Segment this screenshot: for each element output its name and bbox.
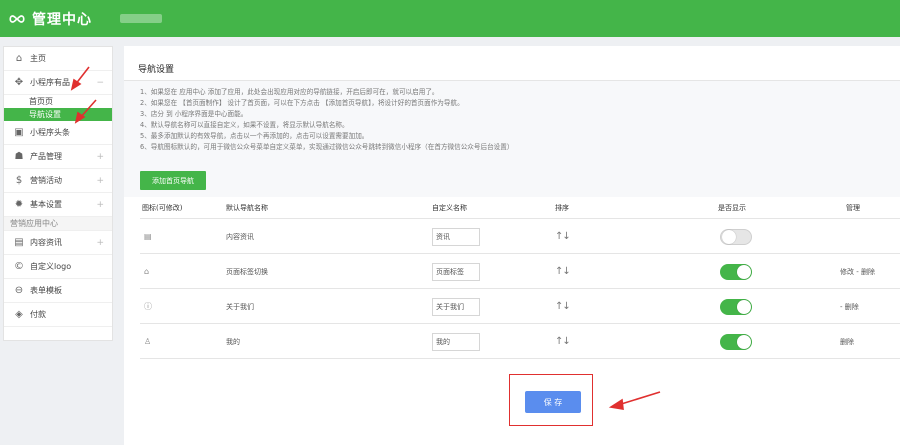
logo[interactable]: 管理中心 — [8, 9, 92, 29]
app-title: 管理中心 — [32, 12, 92, 28]
column-header-manage: 管理 — [846, 204, 860, 212]
sidebar-item-label: 内容资讯 — [30, 238, 62, 247]
toggle-knob — [722, 229, 736, 244]
users-icon: ☗ — [14, 150, 24, 162]
default-name: 关于我们 — [226, 302, 254, 311]
sidebar-item-label: 营销活动 — [30, 176, 62, 185]
table-row: ▤ 内容资讯 ↑↓ — [140, 219, 900, 254]
sort-arrows-icon[interactable]: ↑↓ — [555, 254, 571, 289]
sort-arrows-icon[interactable]: ↑↓ — [555, 324, 571, 359]
default-name: 我的 — [226, 337, 240, 346]
cube-icon: ◈ — [15, 308, 23, 320]
info-icon[interactable]: ⓘ — [144, 301, 156, 312]
sidebar-item-content[interactable]: ▤ 内容资讯 + — [4, 231, 112, 255]
bag-icon: $ — [15, 174, 23, 186]
custom-name-input[interactable] — [432, 227, 480, 246]
sidebar-subitem-nav-settings[interactable]: 导航设置 — [4, 108, 112, 121]
sidebar-item-label: 主页 — [30, 54, 46, 63]
sidebar-item-label: 表单模板 — [30, 286, 62, 295]
column-header-custom-name: 自定义名称 — [432, 204, 467, 212]
toggle-knob — [737, 299, 751, 314]
sidebar-item-label: 小程序有品 — [30, 78, 70, 87]
notice-line: 2、如果您在 【首页面制作】 设计了首页面，可以在下方点击 【添加首页导航】，将… — [140, 99, 464, 107]
sidebar-subitem-label: 导航设置 — [29, 110, 61, 119]
column-header-sort: 排序 — [555, 204, 569, 212]
add-home-nav-button[interactable]: 添加首页导航 — [140, 171, 206, 190]
page-title: 导航设置 — [138, 65, 175, 75]
gear-icon: ✹ — [14, 198, 24, 210]
collapse-icon: − — [96, 77, 104, 88]
manage-links[interactable]: - 删除 — [840, 289, 859, 324]
account-name-blurred — [120, 14, 162, 23]
sidebar-item-products[interactable]: ☗ 产品管理 + — [4, 145, 112, 169]
sidebar-item-form-template[interactable]: ⊖ 表单模板 — [4, 279, 112, 303]
sidebar-item-label: 自定义logo — [30, 262, 72, 271]
sidebar-item-home[interactable]: ⌂ 主页 — [4, 47, 112, 71]
default-name: 页面标签切换 — [226, 267, 268, 276]
toggle-knob — [737, 264, 751, 279]
show-toggle[interactable] — [720, 333, 752, 350]
user-icon[interactable]: ♙ — [144, 337, 156, 346]
show-toggle[interactable] — [720, 228, 752, 245]
expand-icon: + — [96, 199, 104, 210]
notice-line: 5、最多添加默认的有效导航，点击以一个再添加的，点击可以设置需要加加。 — [140, 132, 369, 140]
move-icon: ✥ — [14, 76, 24, 88]
custom-name-input[interactable] — [432, 297, 480, 316]
expand-icon: + — [96, 151, 104, 162]
save-button[interactable]: 保 存 — [525, 391, 581, 413]
sidebar-item-miniapp[interactable]: ✥ 小程序有品 − — [4, 71, 112, 95]
table-row: ♙ 我的 ↑↓ 删除 — [140, 324, 900, 359]
sidebar-item-settings[interactable]: ✹ 基本设置 + — [4, 193, 112, 217]
custom-name-input[interactable] — [432, 262, 480, 281]
table-row: ⓘ 关于我们 ↑↓ - 删除 — [140, 289, 900, 324]
doc-icon: ▤ — [14, 236, 24, 248]
sort-arrows-icon[interactable]: ↑↓ — [555, 289, 571, 324]
sidebar: ⌂ 主页 ✥ 小程序有品 − 首页页 导航设置 ▣ 小程序头条 ☗ 产品管理 +… — [3, 46, 113, 341]
minus-circle-icon: ⊖ — [14, 284, 24, 296]
table-row: ⌂ 页面标签切换 ↑↓ 修改 - 删除 — [140, 254, 900, 289]
column-header-icon: 图标(可修改) — [142, 204, 183, 212]
home-icon: ⌂ — [15, 52, 23, 64]
square-icon: ▣ — [14, 126, 24, 138]
notice-line: 3、店分 到 小程序界面是中心面能。 — [140, 110, 248, 118]
infinity-logo-icon — [9, 15, 25, 23]
sidebar-item-marketing[interactable]: $ 营销活动 + — [4, 169, 112, 193]
sidebar-item-label: 基本设置 — [30, 200, 62, 209]
copyright-icon: © — [14, 260, 24, 272]
sidebar-section-title: 营销应用中心 — [4, 217, 112, 231]
top-bar: 管理中心 — [0, 0, 900, 37]
expand-icon: + — [96, 175, 104, 186]
doc-icon[interactable]: ▤ — [144, 232, 156, 241]
column-header-default-name: 默认导航名称 — [226, 204, 268, 212]
manage-links[interactable]: 删除 — [840, 324, 854, 359]
sidebar-item-custom-logo[interactable]: © 自定义logo — [4, 255, 112, 279]
sidebar-item-headline[interactable]: ▣ 小程序头条 — [4, 121, 112, 145]
default-name: 内容资讯 — [226, 232, 254, 241]
sidebar-item-payment[interactable]: ◈ 付款 — [4, 303, 112, 327]
notice-line: 1、如果您在 应用中心 添加了应用，此处会出现应用对应的导航链接，开启后即可在，… — [140, 88, 439, 96]
manage-links[interactable]: 修改 - 删除 — [840, 254, 875, 289]
sort-arrows-icon[interactable]: ↑↓ — [555, 219, 571, 254]
notice-box: 1、如果您在 应用中心 添加了应用，此处会出现应用对应的导航链接，开启后即可在，… — [124, 81, 900, 197]
sidebar-item-label: 付款 — [30, 310, 46, 319]
home-icon[interactable]: ⌂ — [144, 267, 156, 276]
custom-name-input[interactable] — [432, 332, 480, 351]
sidebar-subitem-label: 首页页 — [29, 97, 53, 106]
show-toggle[interactable] — [720, 298, 752, 315]
show-toggle[interactable] — [720, 263, 752, 280]
sidebar-item-label: 小程序头条 — [30, 128, 70, 137]
sidebar-item-label: 产品管理 — [30, 152, 62, 161]
toggle-knob — [737, 334, 751, 349]
expand-icon: + — [96, 237, 104, 248]
notice-line: 4、默认导航名称可以直接自定义，如果不设置，将显示默认导航名称。 — [140, 121, 349, 129]
column-header-show: 是否显示 — [718, 204, 746, 212]
notice-line: 6、导航图标默认的，可用于微信公众号菜单自定义菜单，实现通过微信公众号跳转到微信… — [140, 143, 514, 151]
sidebar-subitem-homepage[interactable]: 首页页 — [4, 95, 112, 108]
